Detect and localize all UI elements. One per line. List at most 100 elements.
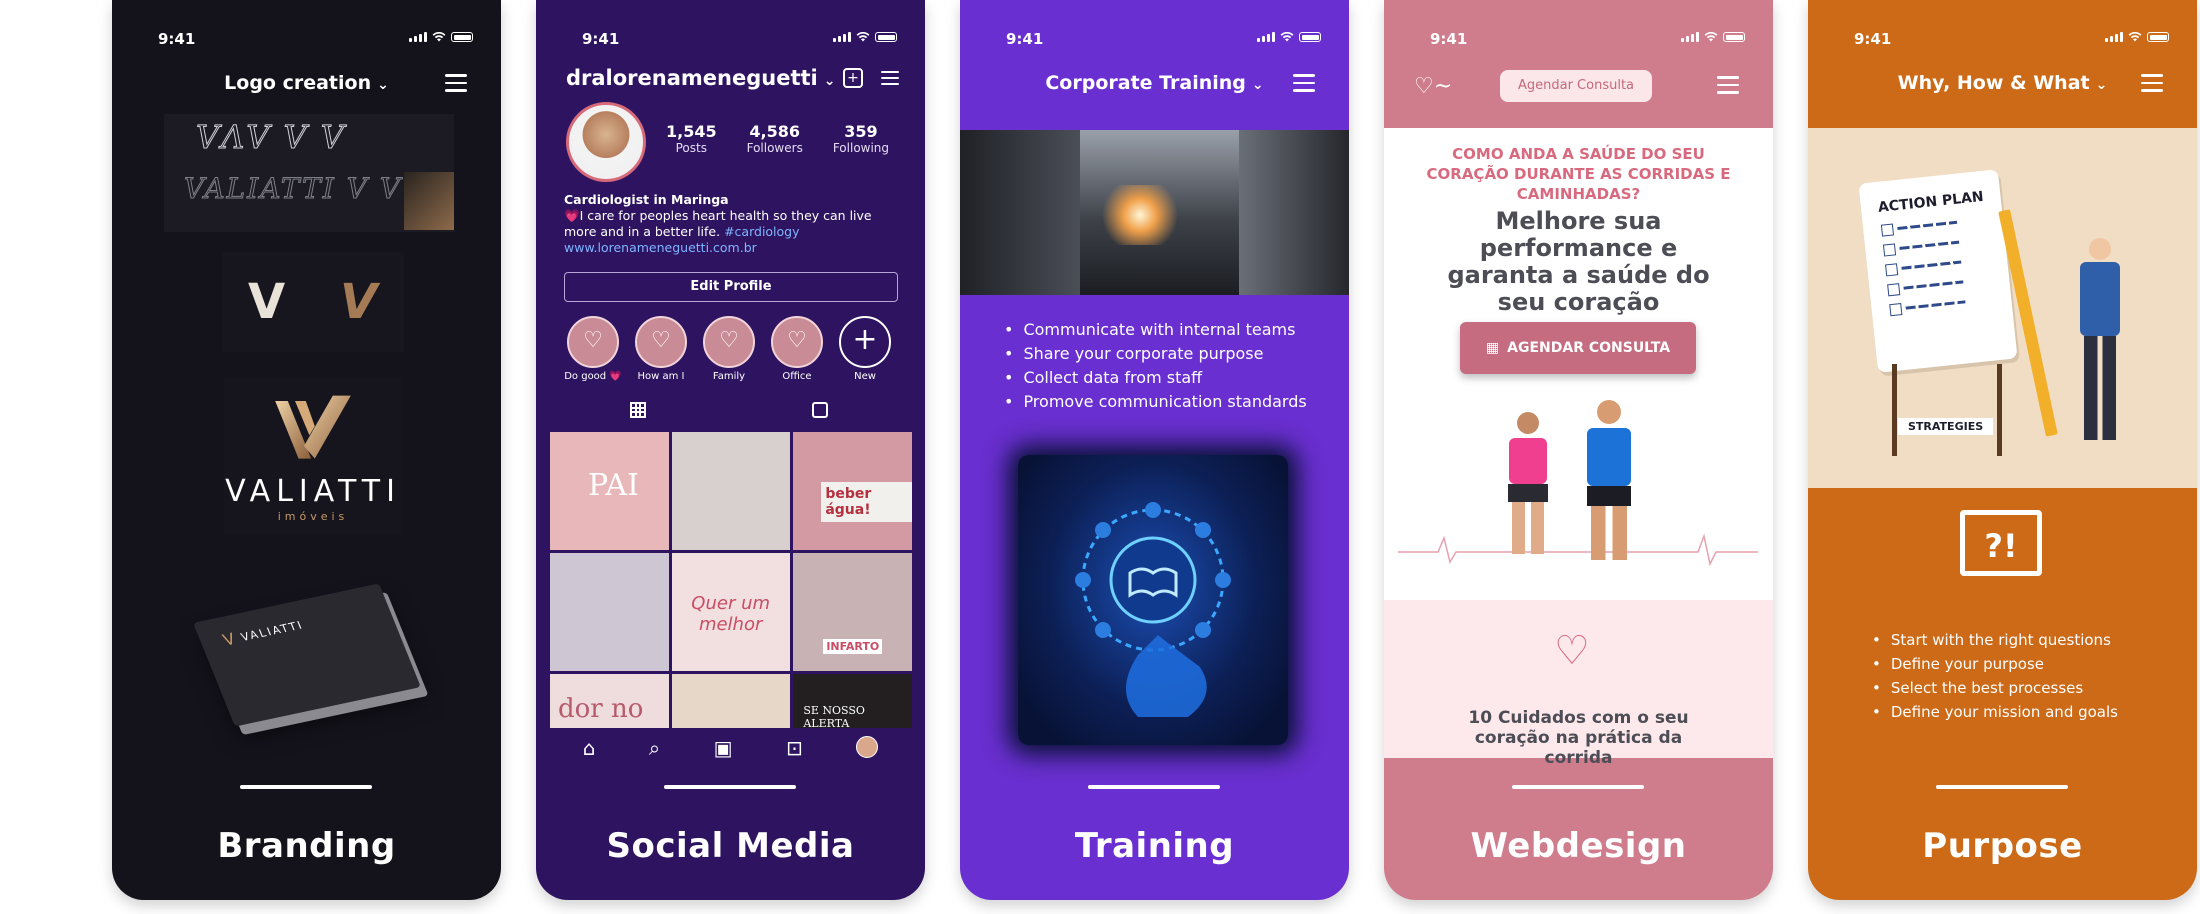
digital-learning-illustration <box>1018 455 1288 745</box>
action-plan-board: ACTION PLAN <box>1858 169 2018 373</box>
new-post-icon[interactable]: + <box>843 68 863 88</box>
status-time: 9:41 <box>158 30 196 48</box>
signal-icon <box>1681 32 1699 42</box>
runner-man <box>1580 400 1638 566</box>
wifi-icon <box>856 32 870 42</box>
benefits-list: Communicate with internal teams Share yo… <box>1004 318 1307 414</box>
home-indicator[interactable] <box>1512 785 1644 789</box>
bio-title: Cardiologist in Maringa <box>564 192 729 207</box>
hamburger-icon[interactable] <box>1717 76 1739 94</box>
hamburger-icon[interactable] <box>881 71 899 89</box>
home-indicator[interactable] <box>1088 785 1220 789</box>
highlight-office[interactable]: Office <box>768 316 826 382</box>
landing-headline: Melhore sua performance e garanta a saúd… <box>1447 207 1710 316</box>
logo-sketch-row: VΛV V V <box>196 118 346 157</box>
phone-webdesign: 9:41 ♡~ Agendar Consulta COMO ANDA A SAÚ… <box>1384 0 1773 900</box>
tips-section: ♡ 10 Cuidados com o seu coração na práti… <box>1384 600 1773 768</box>
status-time: 9:41 <box>1854 30 1892 48</box>
edit-profile-button[interactable]: Edit Profile <box>564 272 898 302</box>
highlight-family[interactable]: Family <box>700 316 758 382</box>
list-item: Start with the right questions <box>1872 628 2118 652</box>
site-logo-heart-icon[interactable]: ♡~ <box>1414 74 1452 99</box>
battery-icon <box>1723 32 1745 42</box>
profile-bio: Cardiologist in Maringa 💗I care for peop… <box>564 192 904 256</box>
chevron-down-icon: ⌄ <box>2095 77 2108 93</box>
logo-sketch-row: VALIATTI V V <box>183 172 403 206</box>
home-indicator[interactable] <box>1936 785 2068 789</box>
battery-icon <box>2147 32 2169 42</box>
profile-username-dropdown[interactable]: dralorenameneguetti ⌄ <box>566 66 835 90</box>
phone-training: 9:41 Corporate Training⌄ Communicate wit… <box>960 0 1349 900</box>
status-time: 9:41 <box>1430 30 1468 48</box>
caption-branding: Branding <box>217 826 396 866</box>
list-item: Select the best processes <box>1872 676 2118 700</box>
business-card: VALIATTI V <box>193 583 421 727</box>
wifi-icon <box>2128 32 2142 42</box>
profile-tab-avatar[interactable] <box>856 736 879 758</box>
signal-icon <box>1257 32 1275 42</box>
hamburger-icon[interactable] <box>2141 74 2163 92</box>
board-title: ACTION PLAN <box>1877 188 1985 216</box>
highlight-heart-icon <box>567 316 619 368</box>
stat-followers[interactable]: 4,586 Followers <box>747 122 803 155</box>
hamburger-icon[interactable] <box>1293 74 1315 92</box>
stat-following[interactable]: 359 Following <box>833 122 889 155</box>
list-item: Collect data from staff <box>1004 366 1307 390</box>
post-thumbnail[interactable]: SE NOSSO ALERTA <box>793 674 912 728</box>
highlight-heart-icon <box>703 316 755 368</box>
nav-title-dropdown[interactable]: Corporate Training ⌄ <box>960 72 1349 94</box>
bottom-nav: ⌂ ⌕ ▣ ⊡ <box>536 736 925 760</box>
reels-icon[interactable]: ▣ <box>714 736 733 760</box>
landing-page: COMO ANDA A SAÚDE DO SEU CORAÇÃO DURANTE… <box>1384 128 1773 600</box>
list-item: Share your corporate purpose <box>1004 342 1307 366</box>
caption-social-media: Social Media <box>606 826 855 866</box>
battery-icon <box>875 32 897 42</box>
stat-posts[interactable]: 1,545 Posts <box>666 122 717 155</box>
bio-hashtag[interactable]: #cardiology <box>724 224 799 239</box>
highlight-how-am-i[interactable]: How am I <box>632 316 690 382</box>
nav-title-dropdown[interactable]: Why, How & What ⌄ <box>1808 72 2197 94</box>
post-grid: PAI beber água! Quer um melhor INFARTO d… <box>550 432 912 728</box>
list-item: Define your mission and goals <box>1872 700 2118 724</box>
book-hud-icon <box>1075 502 1231 717</box>
chevron-down-icon: ⌄ <box>823 73 836 89</box>
status-bar: 9:41 <box>960 28 1349 52</box>
logo-variant-tile: V V <box>222 252 404 352</box>
grid-icon[interactable] <box>630 402 646 418</box>
bio-link[interactable]: www.lorenameneguetti.com.br <box>564 240 904 256</box>
phone-purpose: 9:41 Why, How & What ⌄ ACTION PLAN STRATE… <box>1808 0 2197 900</box>
home-indicator[interactable] <box>664 785 796 789</box>
post-thumbnail[interactable] <box>550 553 669 671</box>
nav-title-dropdown[interactable]: Logo creation ⌄ <box>112 72 501 94</box>
post-thumbnail[interactable]: dor no <box>550 674 669 728</box>
logo-v-white: V <box>248 274 286 330</box>
highlight-new[interactable]: New <box>836 316 894 382</box>
home-icon[interactable]: ⌂ <box>583 736 596 760</box>
status-bar: 9:41 <box>1384 28 1773 52</box>
logo-sketch-tile: VΛV V V VALIATTI V V <box>164 114 454 232</box>
logo-main-tile: VALIATTI imóveis <box>224 378 402 534</box>
post-thumbnail[interactable]: Quer um melhor <box>671 553 791 671</box>
highlight-do-good[interactable]: Do good 💗 <box>564 316 622 382</box>
purpose-list: Start with the right questions Define yo… <box>1872 628 2118 724</box>
phone-social-media: 9:41 dralorenameneguetti ⌄ + 1,545 Posts 4… <box>536 0 925 900</box>
schedule-consultation-button[interactable]: ▦ AGENDAR CONSULTA <box>1460 322 1696 374</box>
logo-mark <box>275 395 351 459</box>
post-thumbnail[interactable]: INFARTO <box>793 553 912 671</box>
post-thumbnail[interactable] <box>671 674 791 728</box>
shop-icon[interactable]: ⊡ <box>786 736 803 760</box>
hamburger-icon[interactable] <box>445 74 467 92</box>
post-thumbnail[interactable] <box>671 432 791 550</box>
post-thumbnail[interactable]: beber água! <box>793 432 912 550</box>
landing-question: COMO ANDA A SAÚDE DO SEU CORAÇÃO DURANTE… <box>1426 145 1731 203</box>
tagged-icon[interactable] <box>812 402 828 418</box>
schedule-pill-button[interactable]: Agendar Consulta <box>1500 70 1652 102</box>
calendar-icon: ▦ <box>1485 340 1500 356</box>
profile-avatar[interactable] <box>566 102 646 182</box>
post-thumbnail[interactable]: PAI <box>550 432 669 550</box>
search-icon[interactable]: ⌕ <box>649 736 660 760</box>
list-item: Communicate with internal teams <box>1004 318 1307 342</box>
home-indicator[interactable] <box>240 785 372 789</box>
board-legs <box>1892 364 2002 456</box>
brand-sub: imóveis <box>277 510 349 523</box>
